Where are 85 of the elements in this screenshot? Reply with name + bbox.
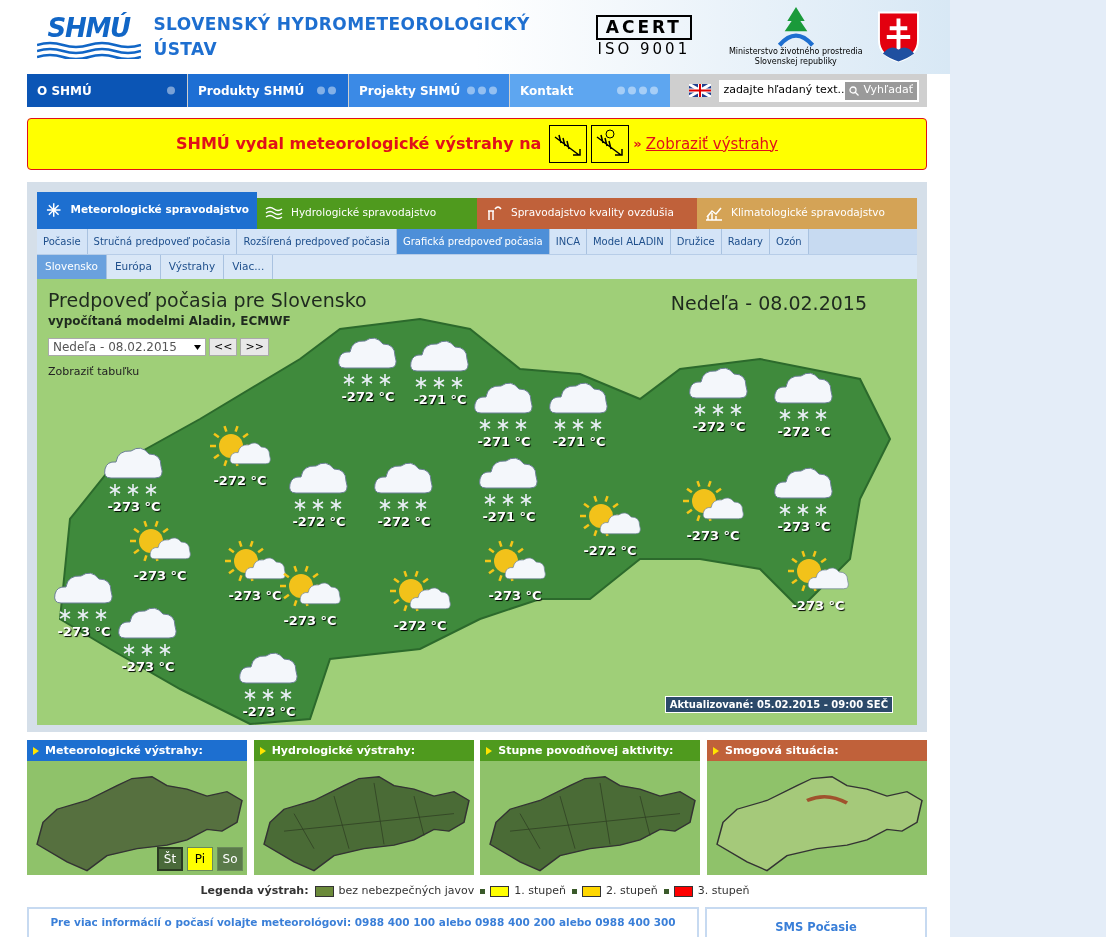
temperature-label: -273 °C bbox=[228, 588, 282, 602]
snow-warning-icon[interactable] bbox=[591, 124, 630, 163]
forecast-title: Predpoveď počasia pre Slovensko bbox=[48, 288, 367, 313]
search-icon bbox=[849, 85, 860, 96]
category-icon bbox=[705, 205, 723, 222]
dots-icon bbox=[316, 86, 338, 96]
triangle-icon bbox=[33, 747, 39, 755]
updated-label: Aktualizované: 05.02.2015 - 09:00 SEČ bbox=[664, 695, 893, 713]
category-icon bbox=[45, 202, 63, 219]
temperature-label: -273 °C bbox=[107, 499, 161, 513]
forecast-subtitle: vypočítaná modelmi Aladin, ECMWF bbox=[48, 313, 291, 331]
day-button[interactable]: So bbox=[217, 847, 243, 872]
nav-tab[interactable]: Projekty SHMÚ bbox=[349, 74, 509, 107]
sub-tab[interactable]: Stručná predpoveď počasia bbox=[87, 228, 238, 254]
next-button[interactable]: >> bbox=[240, 338, 269, 357]
legend-text: 3. stupeň bbox=[697, 883, 750, 900]
ministry-caption: Ministerstvo životného prostredia Slovenskej republiky bbox=[727, 47, 864, 68]
triangle-icon bbox=[259, 747, 266, 755]
dots-icon bbox=[466, 86, 499, 96]
sub-tab[interactable]: Model ALADIN bbox=[587, 228, 671, 254]
caret-icon bbox=[194, 344, 201, 350]
info-text: Pre viac informácií o počasí volajte meteorológovi: 0988 400 100 alebo 0988 400 200 alebo 0988 400 300 bbox=[50, 915, 676, 931]
institute-title: SLOVENSKÝ HYDROMETEOROLOGICKÝ ÚSTAV bbox=[153, 12, 531, 62]
wind-warning-icon[interactable] bbox=[549, 124, 588, 163]
day-button[interactable]: Pi bbox=[187, 847, 213, 872]
temperature-label: -273 °C bbox=[283, 613, 337, 627]
show-table-link[interactable]: Zobraziť tabuľku bbox=[48, 364, 140, 381]
temperature-label: -273 °C bbox=[242, 704, 296, 718]
sub-tab[interactable]: Počasie bbox=[37, 228, 88, 254]
card-header: Stupne povodňovej aktivity: bbox=[480, 740, 701, 762]
sub-tab[interactable]: Rozšírená predpoveď počasia bbox=[237, 228, 397, 254]
legend-text: bez nebezpečných javov bbox=[338, 883, 475, 900]
show-warnings-link[interactable]: Zobraziť výstrahy bbox=[645, 132, 778, 155]
category-tab[interactable]: Meteorologické spravodajstvo bbox=[37, 191, 257, 229]
temperature-label: -271 °C bbox=[477, 434, 531, 448]
temperature-label: -272 °C bbox=[692, 419, 746, 433]
temperature-label: -272 °C bbox=[377, 514, 431, 528]
category-tab[interactable]: Hydrologické spravodajstvo bbox=[257, 197, 477, 229]
card-header: Hydrologické výstrahy: bbox=[253, 740, 474, 762]
sub-tab[interactable]: Grafická predpoveď počasia bbox=[397, 228, 550, 254]
legend-separator-icon bbox=[480, 889, 486, 895]
category-tab[interactable]: Spravodajstvo kvality ovzdušia bbox=[477, 197, 697, 229]
category-icon bbox=[485, 205, 503, 222]
legend-label: Legenda výstrah: bbox=[200, 883, 309, 900]
tree-logo-icon bbox=[775, 7, 816, 48]
previous-button[interactable]: << bbox=[209, 338, 238, 357]
region-tab[interactable]: Výstrahy bbox=[160, 254, 225, 279]
temperature-label: -271 °C bbox=[482, 509, 536, 523]
date-select[interactable]: Nedeľa - 08.02.2015 bbox=[48, 338, 206, 357]
sub-tab[interactable]: Ozón bbox=[770, 228, 809, 254]
chevron-text: » bbox=[633, 135, 642, 153]
legend-separator-icon bbox=[571, 889, 577, 895]
category-icon bbox=[265, 205, 283, 222]
region-tab[interactable]: Európa bbox=[106, 254, 161, 279]
triangle-icon bbox=[712, 747, 719, 755]
card-header: Meteorologické výstrahy: bbox=[27, 740, 247, 762]
forecast-date: Nedeľa - 08.02.2015 bbox=[670, 290, 867, 316]
temperature-label: -272 °C bbox=[292, 514, 346, 528]
dots-icon bbox=[616, 86, 660, 96]
temperature-label: -273 °C bbox=[777, 519, 831, 533]
card-header: Smogová situácia: bbox=[706, 740, 927, 762]
temperature-label: -272 °C bbox=[213, 473, 267, 487]
nav-tab[interactable]: Produkty SHMÚ bbox=[188, 74, 348, 107]
region-tab[interactable]: Viac... bbox=[224, 254, 274, 279]
coat-of-arms-icon bbox=[877, 10, 920, 65]
temperature-label: -272 °C bbox=[393, 618, 447, 632]
warning-text: SHMÚ vydal meteorologické výstrahy na bbox=[176, 132, 542, 155]
dots-icon bbox=[166, 86, 177, 96]
temperature-label: -272 °C bbox=[583, 543, 637, 557]
temperature-label: -271 °C bbox=[413, 392, 467, 406]
temperature-label: -273 °C bbox=[133, 568, 187, 582]
temperature-label: -272 °C bbox=[777, 424, 831, 438]
sms-link[interactable]: SMS Počasie bbox=[775, 918, 857, 936]
temperature-label: -271 °C bbox=[552, 434, 606, 448]
legend-text: 1. stupeň bbox=[514, 883, 566, 900]
legend-text: 2. stupeň bbox=[605, 883, 658, 900]
temperature-label: -273 °C bbox=[488, 588, 542, 602]
nav-tab[interactable]: O SHMÚ bbox=[27, 74, 187, 107]
triangle-icon bbox=[486, 747, 493, 755]
temperature-label: -273 °C bbox=[686, 528, 740, 542]
uk-flag-icon[interactable] bbox=[689, 84, 712, 98]
legend-separator-icon bbox=[663, 889, 669, 895]
waves-icon bbox=[36, 41, 141, 60]
temperature-label: -272 °C bbox=[341, 389, 395, 403]
day-button[interactable]: Št bbox=[157, 847, 183, 872]
